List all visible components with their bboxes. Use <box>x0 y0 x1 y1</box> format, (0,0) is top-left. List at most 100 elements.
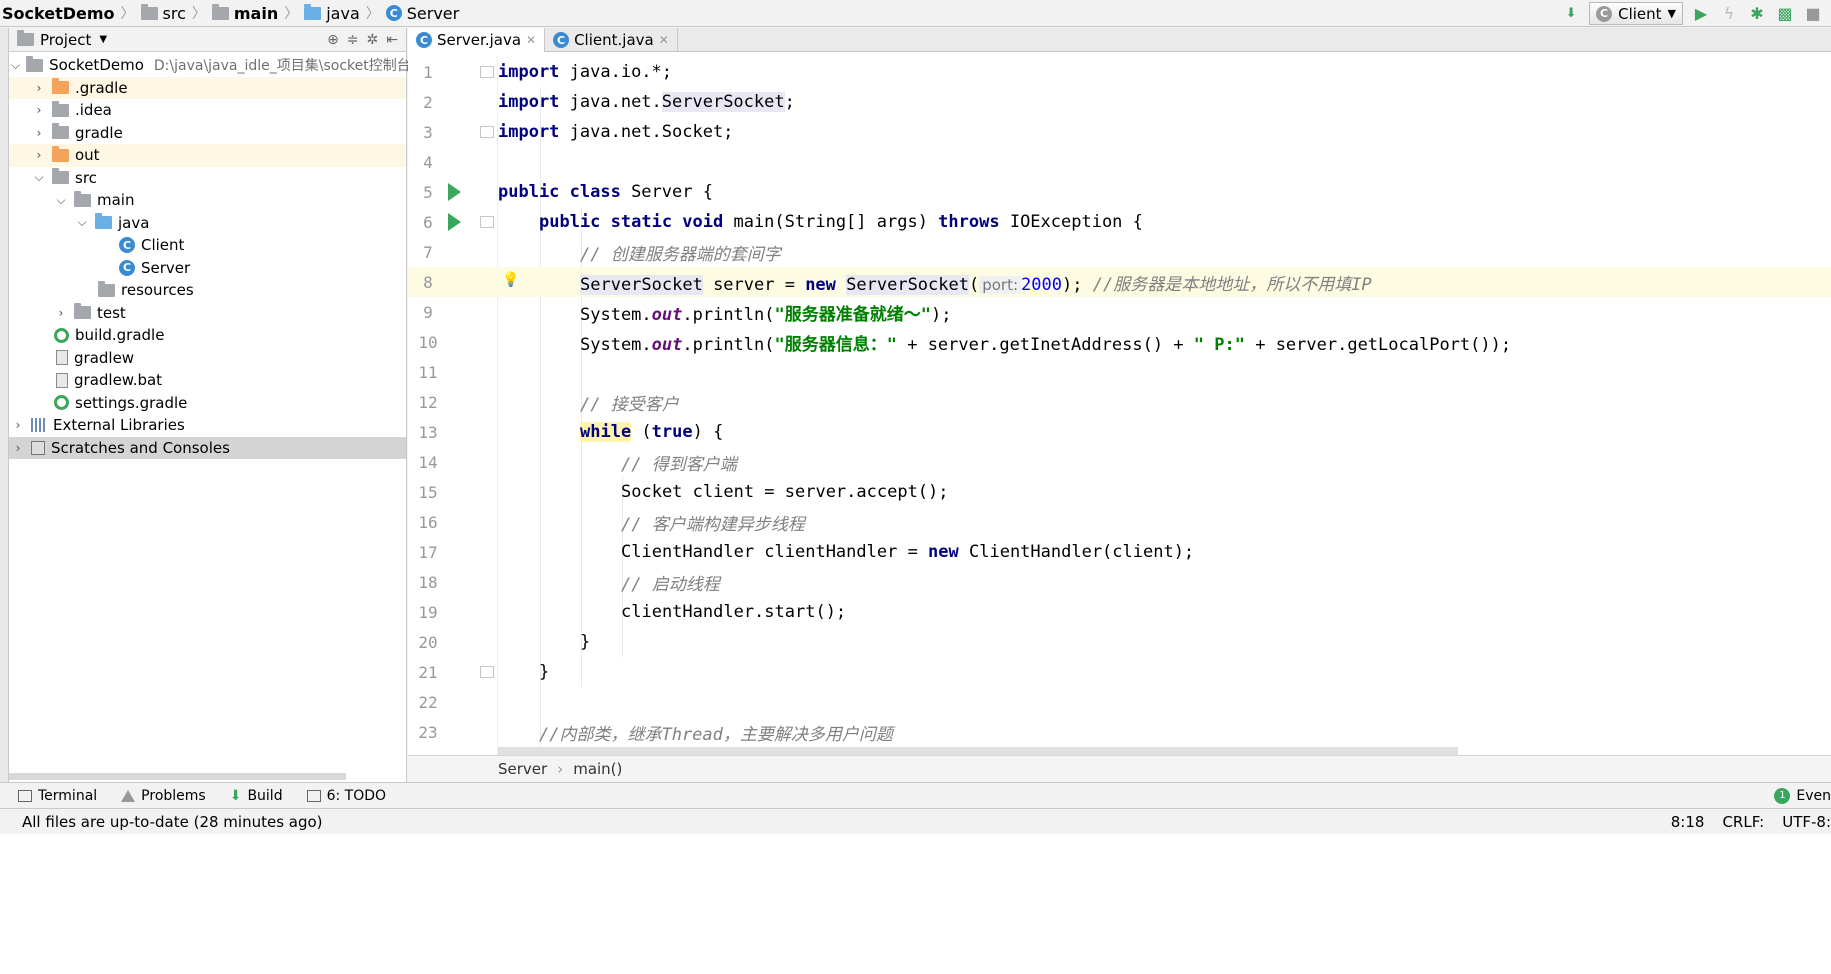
close-icon[interactable]: ✕ <box>526 33 536 47</box>
coverage-icon[interactable]: ▩ <box>1775 4 1795 24</box>
crumb-main[interactable]: main 〉 <box>210 0 302 27</box>
breadcrumb-item[interactable]: main() <box>573 760 622 778</box>
chevron-right-icon[interactable]: › <box>32 81 46 95</box>
line-number: 11 <box>418 362 438 382</box>
run-configuration-select[interactable]: C Client ▼ <box>1589 2 1683 25</box>
code-token: .println( <box>682 334 775 355</box>
chevron-down-icon[interactable]: ▼ <box>99 34 107 45</box>
tree-item[interactable]: build.gradle <box>9 324 406 347</box>
string-literal: "服务器信息：" <box>774 334 897 355</box>
caret-position[interactable]: 8:18 <box>1671 813 1705 831</box>
crumb-label: Server <box>406 3 460 23</box>
keyword: import <box>498 122 560 142</box>
code-line-current: 8 💡 ServerSocket server = new ServerSock… <box>408 267 1831 297</box>
chevron-right-icon[interactable]: › <box>54 306 68 320</box>
tree-item[interactable]: gradlew.bat <box>9 369 406 392</box>
close-icon[interactable]: ✕ <box>659 33 669 47</box>
chevron-right-icon[interactable]: › <box>32 103 46 117</box>
crumb-server[interactable]: C Server <box>384 0 463 27</box>
tree-item[interactable]: › .gradle <box>9 76 406 99</box>
chevron-right-icon[interactable]: › <box>11 418 25 432</box>
code-text: System.out.println("服务器准备就绪～"); <box>580 300 951 325</box>
chevron-right-icon[interactable]: › <box>11 441 25 455</box>
gear-icon[interactable]: ✲ <box>367 32 379 48</box>
line-separator[interactable]: CRLF: <box>1722 813 1764 831</box>
horizontal-scrollbar[interactable] <box>498 747 1458 755</box>
terminal-button[interactable]: Terminal <box>18 788 97 804</box>
code-area[interactable]: 1 import java.io.*; 2 import java.net.Se… <box>408 57 1831 755</box>
code-comment: // 启动线程 <box>621 574 720 595</box>
tree-item[interactable]: resources <box>9 279 406 302</box>
line-number: 19 <box>418 602 438 622</box>
project-path: D:\java\java_idle_项目集\socket控制台C\S\S <box>153 58 448 75</box>
run-method-icon[interactable] <box>448 213 461 231</box>
horizontal-scrollbar[interactable] <box>9 773 346 780</box>
code-comment: // 得到客户端 <box>621 454 737 475</box>
tab-client-java[interactable]: C Client.java ✕ <box>545 28 678 52</box>
chevron-down-icon[interactable]: ⌵ <box>54 193 68 208</box>
crumb-java[interactable]: java 〉 <box>302 0 384 27</box>
tree-item[interactable]: › gradle <box>9 122 406 145</box>
chevron-right-icon: 〉 <box>120 6 135 22</box>
chevron-right-icon: 〉 <box>191 6 206 22</box>
file-encoding[interactable]: UTF-8: <box>1782 813 1831 831</box>
tree-item[interactable]: C Server <box>9 257 406 280</box>
tree-item[interactable]: ⌵ java <box>9 212 406 235</box>
tab-server-java[interactable]: C Server.java ✕ <box>408 28 546 52</box>
class-icon: C <box>1596 5 1613 22</box>
fold-icon[interactable] <box>480 66 494 78</box>
chevron-down-icon[interactable]: ⌵ <box>11 58 20 73</box>
build-button[interactable]: ⬇ Build <box>230 788 283 804</box>
tool-window-bar: Terminal Problems ⬇ Build 6: TODO 1 Even <box>0 782 1831 808</box>
problems-button[interactable]: Problems <box>121 788 206 804</box>
tree-item[interactable]: C Client <box>9 234 406 257</box>
code-token: server = <box>702 274 806 295</box>
chevron-down-icon[interactable]: ⌵ <box>32 170 46 185</box>
run-icon[interactable]: ▶ <box>1691 4 1711 24</box>
build-project-icon[interactable]: ⬇ <box>1561 4 1581 24</box>
code-token: + server.getInetAddress() + <box>896 334 1194 355</box>
collapse-icon[interactable]: ≑ <box>347 32 359 48</box>
event-log-button[interactable]: 1 Even <box>1774 787 1831 804</box>
line-number: 17 <box>418 542 438 562</box>
tree-item[interactable]: ⌵ main <box>9 189 406 212</box>
folder-icon <box>52 78 69 95</box>
run-class-icon[interactable] <box>448 183 461 201</box>
code-text: ClientHandler clientHandler = new Client… <box>621 542 1194 562</box>
tree-item-label: main <box>97 191 135 210</box>
code-line: 16 // 客户端构建异步线程 <box>408 507 1831 537</box>
hide-icon[interactable]: ⇤ <box>386 32 398 48</box>
tree-item[interactable]: › Scratches and Consoles <box>9 436 406 459</box>
stop-icon[interactable]: ■ <box>1803 4 1823 24</box>
tree-item[interactable]: settings.gradle <box>9 392 406 415</box>
crumb-project[interactable]: SocketDemo 〉 <box>0 0 139 27</box>
code-token: ServerSocket <box>580 274 703 295</box>
todo-button[interactable]: 6: TODO <box>306 788 386 804</box>
tree-item[interactable]: › out <box>9 144 406 167</box>
flash-icon[interactable]: ϟ <box>1719 4 1739 24</box>
tree-item[interactable]: › External Libraries <box>9 414 406 437</box>
tree-item[interactable]: ⌵ src <box>9 167 406 190</box>
chevron-down-icon[interactable]: ⌵ <box>75 215 89 230</box>
fold-icon[interactable] <box>480 126 494 138</box>
code-token: java.io.*; <box>559 62 673 82</box>
tree-item[interactable]: › test <box>9 302 406 325</box>
fold-icon[interactable] <box>480 666 494 678</box>
tree-item-label: out <box>75 146 100 165</box>
breadcrumb-item[interactable]: Server <box>498 760 547 778</box>
crumb-src[interactable]: src 〉 <box>139 0 210 27</box>
class-icon: C <box>119 259 135 276</box>
tree-item[interactable]: gradlew <box>9 347 406 370</box>
string-literal: "服务器准备就绪～" <box>774 304 931 325</box>
locate-icon[interactable]: ⊕ <box>327 32 339 48</box>
intention-bulb-icon[interactable]: 💡 <box>502 272 519 288</box>
code-text: } <box>580 632 591 652</box>
chevron-right-icon[interactable]: › <box>32 126 46 140</box>
chevron-right-icon[interactable]: › <box>32 148 46 162</box>
project-title[interactable]: Project <box>40 31 91 49</box>
debug-icon[interactable]: ✱ <box>1747 4 1767 24</box>
tree-item[interactable]: › .idea <box>9 99 406 122</box>
tree-item[interactable]: ⌵ SocketDemo D:\java\java_idle_项目集\socke… <box>9 54 448 77</box>
fold-icon[interactable] <box>480 216 494 228</box>
keyword: public class <box>498 182 621 202</box>
